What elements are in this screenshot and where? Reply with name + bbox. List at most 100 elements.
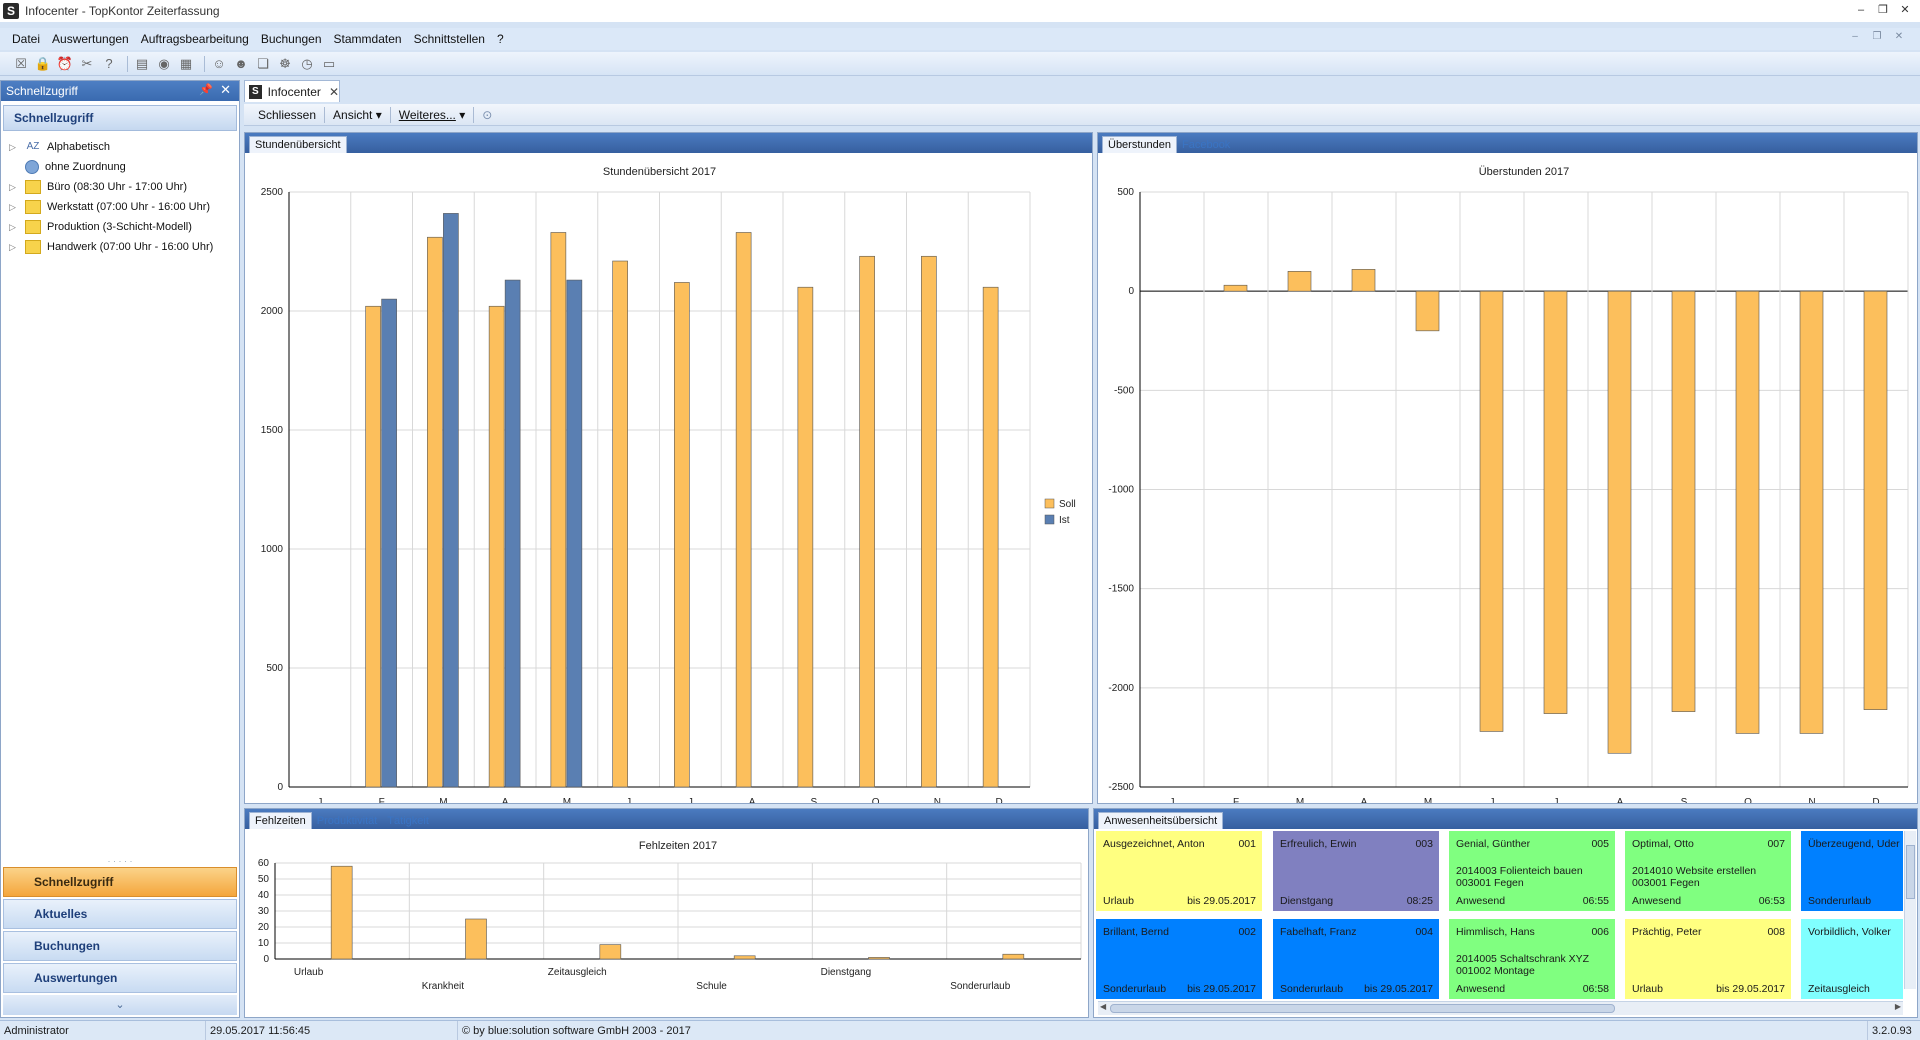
- employees-icon[interactable]: ☻: [232, 55, 250, 73]
- menu-auswertungen[interactable]: Auswertungen: [46, 32, 135, 46]
- cancel-icon[interactable]: ☒: [12, 55, 30, 73]
- presence-status: Anwesend: [1456, 983, 1506, 995]
- expand-icon[interactable]: ▷: [9, 202, 21, 213]
- horizontal-scrollbar[interactable]: ◀ ▶: [1098, 1001, 1903, 1015]
- bar: [733, 955, 756, 960]
- y-tick-label: 0: [277, 782, 283, 793]
- y-tick-label: 60: [258, 858, 270, 869]
- presence-time: bis 29.05.2017: [1187, 895, 1256, 907]
- vertical-scrollbar[interactable]: [1904, 831, 1916, 989]
- presence-card[interactable]: Überzeugend, UderSonderurlaubbis: [1801, 831, 1903, 911]
- tree-item-produktion[interactable]: ▷ Produktion (3-Schicht-Modell): [9, 217, 239, 237]
- bar: [868, 957, 890, 960]
- help-icon[interactable]: ?: [100, 55, 118, 73]
- panel-close-icon[interactable]: ✕: [220, 82, 231, 98]
- tab-fehlzeiten[interactable]: Fehlzeiten: [249, 812, 312, 829]
- lock-icon[interactable]: 🔒: [34, 55, 52, 73]
- main-toolbar: ☒ 🔒 ⏰ ✂ ? ▤ ◉ ▦ ☺ ☻ ❏ ☸ ◷ ▭: [0, 52, 1920, 76]
- presence-time: 06:58: [1582, 983, 1609, 995]
- bar: [504, 279, 521, 788]
- tab-facebook[interactable]: Facebook: [1177, 136, 1235, 153]
- tab-anwesenheitsuebersicht[interactable]: Anwesenheitsübersicht: [1098, 812, 1224, 829]
- expand-icon[interactable]: ▷: [9, 222, 21, 233]
- more-menu-button[interactable]: Weiteres... ▾: [393, 108, 472, 122]
- chart-title: Fehlzeiten 2017: [639, 840, 717, 852]
- x-tick-label: O: [1744, 797, 1752, 803]
- x-tick-label: D: [996, 797, 1003, 803]
- menu-datei[interactable]: Datei: [6, 32, 46, 46]
- help-button-icon[interactable]: ⊙: [476, 108, 498, 122]
- tools-icon[interactable]: ✂: [78, 55, 96, 73]
- employee-icon[interactable]: ☺: [210, 55, 228, 73]
- tab-infocenter[interactable]: S Infocenter ✕: [244, 80, 340, 102]
- close-icon[interactable]: ✕: [1894, 2, 1916, 18]
- document-icon[interactable]: ▤: [133, 55, 151, 73]
- presence-card[interactable]: Vorbildlich, VolkerZeitausgleichbis: [1801, 919, 1903, 999]
- minimize-icon[interactable]: –: [1850, 2, 1872, 18]
- group-icon[interactable]: ☸: [276, 55, 294, 73]
- employee-name: Erfreulich, Erwin: [1280, 838, 1357, 850]
- clock-icon[interactable]: ◷: [298, 55, 316, 73]
- expand-icon[interactable]: ▷: [9, 142, 21, 153]
- expand-icon[interactable]: ▷: [9, 242, 21, 253]
- mdi-restore-icon[interactable]: ❐: [1866, 31, 1888, 42]
- x-tick-label: Zeitausgleich: [548, 967, 607, 978]
- menu-help[interactable]: ?: [491, 32, 510, 46]
- presence-card[interactable]: Brillant, Bernd 002 Sonderurlaub bis 29.05.…: [1096, 919, 1262, 999]
- menu-stammdaten[interactable]: Stammdaten: [328, 32, 408, 46]
- menu-auftragsbearbeitung[interactable]: Auftragsbearbeitung: [135, 32, 255, 46]
- tab-taetigkeit[interactable]: Tätigkeit: [382, 812, 434, 829]
- nav-buchungen[interactable]: Buchungen: [3, 931, 237, 961]
- x-tick-label: Schule: [696, 981, 727, 992]
- y-tick-label: 20: [258, 922, 270, 933]
- order-line: 2014003 Folienteich bauen: [1456, 865, 1583, 877]
- nav-aktuelles[interactable]: Aktuelles: [3, 899, 237, 929]
- presence-card[interactable]: Erfreulich, Erwin 003 Dienstgang 08:25: [1273, 831, 1439, 911]
- tree-item-handwerk[interactable]: ▷ Handwerk (07:00 Uhr - 16:00 Uhr): [9, 237, 239, 257]
- folder-icon: [25, 180, 41, 194]
- nav-more-icon[interactable]: ⌄: [3, 995, 237, 1015]
- tab-close-icon[interactable]: ✕: [329, 85, 339, 99]
- globe-icon: [25, 160, 39, 174]
- employee-number: 008: [1767, 926, 1785, 938]
- expand-icon[interactable]: ▷: [9, 182, 21, 193]
- mdi-minimize-icon[interactable]: –: [1844, 31, 1866, 42]
- tree-item-werkstatt[interactable]: ▷ Werkstatt (07:00 Uhr - 16:00 Uhr): [9, 197, 239, 217]
- splitter-grip[interactable]: · · · · ·: [3, 857, 237, 867]
- nav-schnellzugriff[interactable]: Schnellzugriff: [3, 867, 237, 897]
- copy-icon[interactable]: ❏: [254, 55, 272, 73]
- tab-ueberstunden[interactable]: Überstunden: [1102, 136, 1177, 153]
- view-icon[interactable]: ◉: [155, 55, 173, 73]
- calculator-icon[interactable]: ▦: [177, 55, 195, 73]
- tab-stundenuebersicht[interactable]: Stundenübersicht: [249, 136, 347, 153]
- presence-card[interactable]: Himmlisch, Hans 006 2014005 Schaltschrank …: [1449, 919, 1615, 999]
- close-button[interactable]: Schliessen: [252, 108, 322, 122]
- presence-card[interactable]: Genial, Günther 005 2014003 Folienteich ba…: [1449, 831, 1615, 911]
- folder-open-icon[interactable]: ▭: [320, 55, 338, 73]
- tree-item-alphabetical[interactable]: ▷ AZ Alphabetisch: [9, 137, 239, 157]
- app-logo-icon: S: [3, 3, 19, 19]
- absence-pane: Fehlzeiten Produktivität Tätigkeit Fehlz…: [244, 808, 1089, 1018]
- tree-item-label: Büro (08:30 Uhr - 17:00 Uhr): [47, 181, 188, 193]
- overtime-pane: Überstunden Facebook Überstunden 2017 500…: [1097, 132, 1918, 804]
- maximize-icon[interactable]: ❐: [1872, 2, 1894, 18]
- x-tick-label: J: [626, 797, 631, 803]
- y-tick-label: -2500: [1108, 782, 1134, 793]
- presence-card[interactable]: Fabelhaft, Franz 004 Sonderurlaub bis 29.05…: [1273, 919, 1439, 999]
- x-tick-label: M: [439, 797, 447, 803]
- nav-auswertungen[interactable]: Auswertungen: [3, 963, 237, 993]
- menu-buchungen[interactable]: Buchungen: [255, 32, 328, 46]
- tree-item-buero[interactable]: ▷ Büro (08:30 Uhr - 17:00 Uhr): [9, 177, 239, 197]
- presence-card[interactable]: Prächtig, Peter 008 Urlaub bis 29.05.2017: [1625, 919, 1791, 999]
- tab-produktivitaet[interactable]: Produktivität: [312, 812, 383, 829]
- employee-number: 006: [1591, 926, 1609, 938]
- menu-schnittstellen[interactable]: Schnittstellen: [408, 32, 491, 46]
- bar: [1543, 290, 1568, 714]
- mdi-close-icon[interactable]: ✕: [1888, 31, 1910, 42]
- pin-icon[interactable]: 📌: [199, 83, 213, 96]
- tree-item-unassigned[interactable]: ohne Zuordnung: [9, 157, 239, 177]
- view-menu-button[interactable]: Ansicht ▾: [327, 108, 388, 122]
- presence-card[interactable]: Ausgezeichnet, Anton 001 Urlaub bis 29.05.2…: [1096, 831, 1262, 911]
- presence-card[interactable]: Optimal, Otto 007 2014010 Website erstelle…: [1625, 831, 1791, 911]
- alarm-icon[interactable]: ⏰: [56, 55, 74, 73]
